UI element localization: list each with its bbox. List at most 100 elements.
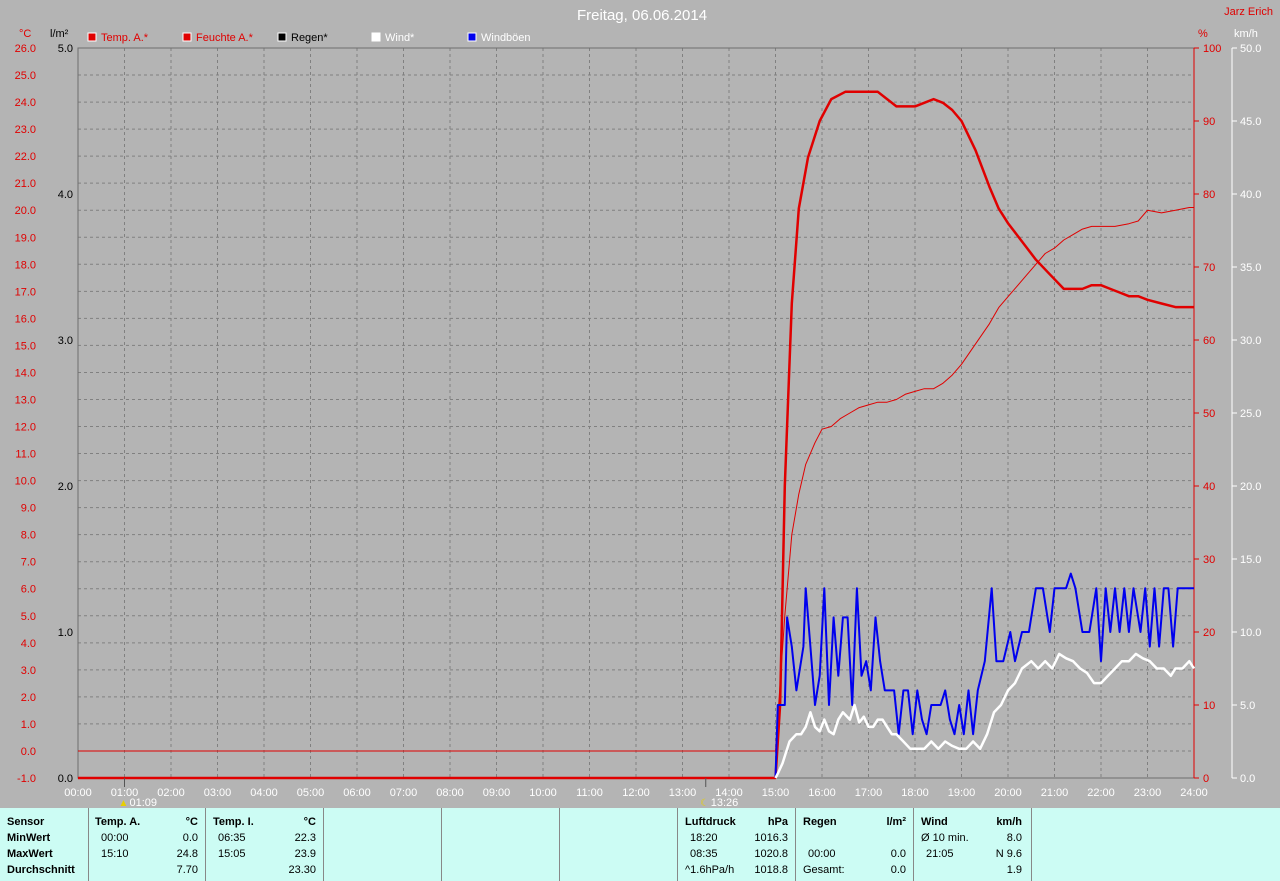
- rain-tick-label: 3.0: [58, 335, 73, 347]
- legend-swatch: [87, 32, 97, 42]
- temp-tick-label: 5.0: [21, 611, 36, 623]
- legend-label: Wind*: [385, 32, 415, 44]
- time-tick-label: 02:00: [157, 787, 185, 799]
- temp-a-max-time: 15:10: [101, 848, 129, 860]
- humidity-axis-unit: %: [1198, 28, 1208, 40]
- weather-chart: Freitag, 06.06.2014 Jarz Erich °C l/m² %…: [15, 6, 1273, 808]
- temp-a-min-time: 00:00: [101, 832, 129, 844]
- temp-a-header: Temp. A.: [95, 816, 141, 828]
- temp-axis: 26.0 25.0 24.0 23.0 22.0 21.0 20.0 19.0 18.0 17.0…: [15, 43, 36, 785]
- humidity-tick-label: 80: [1203, 189, 1215, 201]
- time-tick-label: 07:00: [390, 787, 418, 799]
- legend-label: Temp. A.*: [101, 32, 149, 44]
- rain-tick-label: 2.0: [58, 481, 73, 493]
- wind-max: N 9.6: [995, 848, 1022, 860]
- humidity-tick-label: 50: [1203, 408, 1215, 420]
- temp-a-unit: °C: [185, 816, 198, 828]
- wind-tick-label: 40.0: [1240, 189, 1261, 201]
- luftdruck-column: Luftdruck hPa 18:20 1016.3 08:35 1020.8 …: [678, 808, 796, 881]
- temp-i-header: Temp. I.: [213, 816, 254, 828]
- summary-table: Sensor MinWert MaxWert Durchschnitt Temp…: [0, 808, 1280, 881]
- legend-label: Regen*: [291, 32, 328, 44]
- humidity-tick-label: 90: [1203, 116, 1215, 128]
- temp-tick-label: 17.0: [15, 286, 36, 298]
- temp-tick-label: 23.0: [15, 124, 36, 136]
- time-tick-label: 11:00: [576, 787, 603, 799]
- wind-axis-unit: km/h: [1234, 28, 1258, 40]
- temp-a-avg: 7.70: [176, 864, 198, 876]
- humidity-tick-label: 0: [1203, 773, 1209, 785]
- time-tick-label: 06:00: [343, 787, 371, 799]
- time-tick-label: 12:00: [622, 787, 650, 799]
- luftdruck-trend: ^1.6hPa/h: [685, 864, 735, 876]
- time-axis: 00:00 01:00 02:00 03:00 04:00 05:00 06:00 07:00…: [64, 787, 1208, 799]
- wind-column: Wind km/h Ø 10 min. 8.0 21:05 N 9.6 1.9: [914, 808, 1032, 881]
- wind-unit: km/h: [996, 816, 1022, 828]
- rain-tick-label: 0.0: [58, 773, 73, 785]
- temp-tick-label: 19.0: [15, 232, 36, 244]
- temp-tick-label: 14.0: [15, 367, 36, 379]
- temp-tick-label: 16.0: [15, 313, 36, 325]
- luftdruck-avg: 1018.8: [754, 864, 788, 876]
- temp-a-min: 0.0: [182, 832, 198, 844]
- humidity-tick-label: 20: [1203, 627, 1215, 639]
- humidity-tick-label: 100: [1203, 43, 1221, 55]
- temp-tick-label: 9.0: [21, 503, 36, 515]
- time-tick-label: 23:00: [1134, 787, 1162, 799]
- temp-tick-label: 22.0: [15, 151, 36, 163]
- time-tick-label: 10:00: [529, 787, 557, 799]
- temp-i-max-time: 15:05: [218, 848, 246, 860]
- luftdruck-min-time: 18:20: [690, 832, 718, 844]
- sensor-column: Sensor MinWert MaxWert Durchschnitt: [0, 808, 89, 881]
- time-tick-label: 05:00: [297, 787, 325, 799]
- regen-total-label: Gesamt:: [803, 864, 845, 876]
- temp-i-column: Temp. I. °C 06:35 22.3 15:05 23.9 23.30: [206, 808, 324, 881]
- temp-axis-unit: °C: [19, 28, 31, 40]
- rain-tick-label: 5.0: [58, 43, 73, 55]
- regen-total: 0.0: [890, 864, 906, 876]
- time-tick-label: 19:00: [948, 787, 976, 799]
- time-tick-label: 13:00: [669, 787, 697, 799]
- wind-tick-label: 15.0: [1240, 554, 1261, 566]
- temp-i-unit: °C: [303, 816, 316, 828]
- time-tick-label: 24:00: [1180, 787, 1208, 799]
- luftdruck-header: Luftdruck: [685, 816, 736, 828]
- humidity-tick-label: 70: [1203, 262, 1215, 274]
- legend-label: Windböen: [481, 32, 531, 44]
- temp-tick-label: 2.0: [21, 692, 36, 704]
- regen-max-time: 00:00: [808, 848, 836, 860]
- time-tick-label: 09:00: [483, 787, 511, 799]
- humidity-tick-label: 40: [1203, 481, 1215, 493]
- wind-tick-label: 35.0: [1240, 262, 1261, 274]
- humidity-tick-label: 10: [1203, 700, 1215, 712]
- temp-a-max: 24.8: [176, 848, 198, 860]
- time-tick-label: 21:00: [1041, 787, 1069, 799]
- time-tick-label: 22:00: [1087, 787, 1115, 799]
- luftdruck-min: 1016.3: [754, 832, 788, 844]
- wind-tick-label: 5.0: [1240, 700, 1255, 712]
- regen-unit: l/m²: [886, 816, 906, 828]
- wind-header: Wind: [921, 816, 948, 828]
- marker-label: 13:26: [711, 797, 739, 808]
- temp-tick-label: 6.0: [21, 584, 36, 596]
- marker-label: 01:09: [130, 797, 158, 808]
- temp-tick-label: 20.0: [15, 205, 36, 217]
- temp-tick-label: -1.0: [17, 773, 36, 785]
- wind-avg: 1.9: [1006, 864, 1022, 876]
- temp-tick-label: 4.0: [21, 638, 36, 650]
- temp-tick-label: 25.0: [15, 70, 36, 82]
- legend-swatch: [467, 32, 477, 42]
- temp-i-max: 23.9: [294, 848, 316, 860]
- wind-tick-label: 10.0: [1240, 627, 1261, 639]
- sensor-header: Sensor: [7, 816, 45, 828]
- time-tick-label: 18:00: [901, 787, 929, 799]
- rain-tick-label: 1.0: [58, 627, 73, 639]
- luftdruck-unit: hPa: [767, 816, 788, 828]
- humidity-tick-label: 30: [1203, 554, 1215, 566]
- wind-tick-label: 30.0: [1240, 335, 1261, 347]
- row-label-avg: Durchschnitt: [7, 864, 75, 876]
- time-tick-label: 20:00: [994, 787, 1022, 799]
- temp-tick-label: 13.0: [15, 394, 36, 406]
- wind-tick-label: 20.0: [1240, 481, 1261, 493]
- humidity-axis: 1009080706050403020100: [1193, 43, 1221, 785]
